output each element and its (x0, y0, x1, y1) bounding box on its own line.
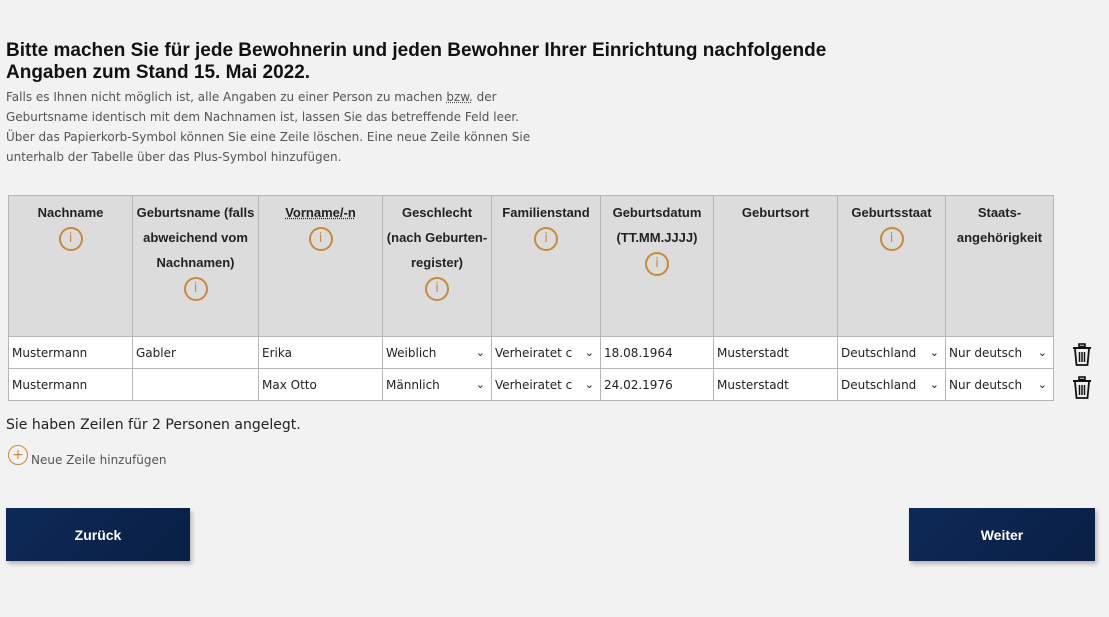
geburtsort-input[interactable]: Musterstadt (713, 336, 838, 369)
add-row-label[interactable]: Neue Zeile hinzufügen (31, 453, 167, 467)
chevron-down-icon: ⌄ (1037, 346, 1047, 359)
geburtsname-input[interactable]: Gabler (132, 336, 259, 369)
staatsangehoerigkeit-select[interactable]: Nur deutsch ⌄ (945, 368, 1054, 401)
plus-icon[interactable]: + (8, 445, 28, 465)
intro-abbreviation: bzw. (446, 90, 473, 104)
info-icon[interactable]: i (425, 277, 449, 301)
chevron-down-icon: ⌄ (475, 346, 485, 359)
nachname-input[interactable]: Mustermann (8, 368, 133, 401)
header-geburtsort: Geburtsort (713, 195, 838, 337)
geburtsdatum-input[interactable]: 18.08.1964 (600, 336, 714, 369)
vorname-input[interactable]: Erika (258, 336, 383, 369)
info-icon[interactable]: i (534, 227, 558, 251)
chevron-down-icon: ⌄ (929, 346, 939, 359)
geburtsort-input[interactable]: Musterstadt (713, 368, 838, 401)
residents-table: Nachname i Geburtsname (falls abweichend… (8, 195, 1054, 401)
vorname-input[interactable]: Max Otto (258, 368, 383, 401)
form-page: Bitte machen Sie für jede Bewohnerin und… (6, 40, 1106, 561)
header-geschlecht: Geschlecht (nach Geburten-register) i (382, 195, 492, 337)
familienstand-select[interactable]: Verheiratet c ⌄ (491, 336, 601, 369)
table-row: Mustermann Gabler Erika Weiblich ⌄ Verhei… (8, 336, 1054, 369)
nachname-input[interactable]: Mustermann (8, 336, 133, 369)
row-count-text: Sie haben Zeilen für 2 Personen angelegt… (6, 417, 301, 433)
header-familienstand: Familienstand i (491, 195, 601, 337)
header-nachname: Nachname i (8, 195, 133, 337)
table-row: Mustermann Max Otto Männlich ⌄ Verheirate… (8, 368, 1054, 401)
geburtsstaat-select[interactable]: Deutschland ⌄ (837, 336, 946, 369)
trash-icon[interactable] (1072, 376, 1092, 400)
info-icon[interactable]: i (308, 227, 333, 251)
info-icon[interactable]: i (645, 252, 669, 276)
trash-icon[interactable] (1072, 343, 1092, 367)
info-icon[interactable]: i (183, 277, 208, 301)
intro-part-3: Über das Papierkorb-Symbol können Sie ei… (6, 130, 531, 164)
back-button[interactable]: Zurück (6, 508, 190, 561)
geburtsname-input[interactable] (132, 368, 259, 401)
familienstand-select[interactable]: Verheiratet c ⌄ (491, 368, 601, 401)
header-staatsangehoerigkeit: Staats-angehörigkeit (945, 195, 1054, 337)
geschlecht-select[interactable]: Weiblich ⌄ (382, 336, 492, 369)
geburtsdatum-input[interactable]: 24.02.1976 (600, 368, 714, 401)
header-geburtsstaat: Geburtsstaat i (837, 195, 946, 337)
intro-text: Falls es Ihnen nicht möglich ist, alle A… (6, 87, 546, 167)
header-row: Nachname i Geburtsname (falls abweichend… (8, 195, 1054, 337)
header-vorname: Vorname/-n i (258, 195, 383, 337)
header-geburtsname: Geburtsname (falls abweichend vom Nachna… (132, 195, 259, 337)
next-button[interactable]: Weiter (909, 508, 1095, 561)
staatsangehoerigkeit-select[interactable]: Nur deutsch ⌄ (945, 336, 1054, 369)
intro-part-1: Falls es Ihnen nicht möglich ist, alle A… (6, 90, 447, 104)
header-geburtsdatum: Geburtsdatum (TT.MM.JJJJ) i (600, 195, 714, 337)
add-row-button[interactable]: + Neue Zeile hinzufügen (8, 445, 167, 467)
chevron-down-icon: ⌄ (475, 378, 485, 391)
info-icon[interactable]: i (879, 227, 904, 251)
chevron-down-icon: ⌄ (1037, 378, 1047, 391)
info-icon[interactable]: i (58, 227, 83, 251)
page-title: Bitte machen Sie für jede Bewohnerin und… (6, 40, 827, 83)
chevron-down-icon: ⌄ (929, 378, 939, 391)
geschlecht-select[interactable]: Männlich ⌄ (382, 368, 492, 401)
chevron-down-icon: ⌄ (584, 378, 594, 391)
chevron-down-icon: ⌄ (584, 346, 594, 359)
geburtsstaat-select[interactable]: Deutschland ⌄ (837, 368, 946, 401)
